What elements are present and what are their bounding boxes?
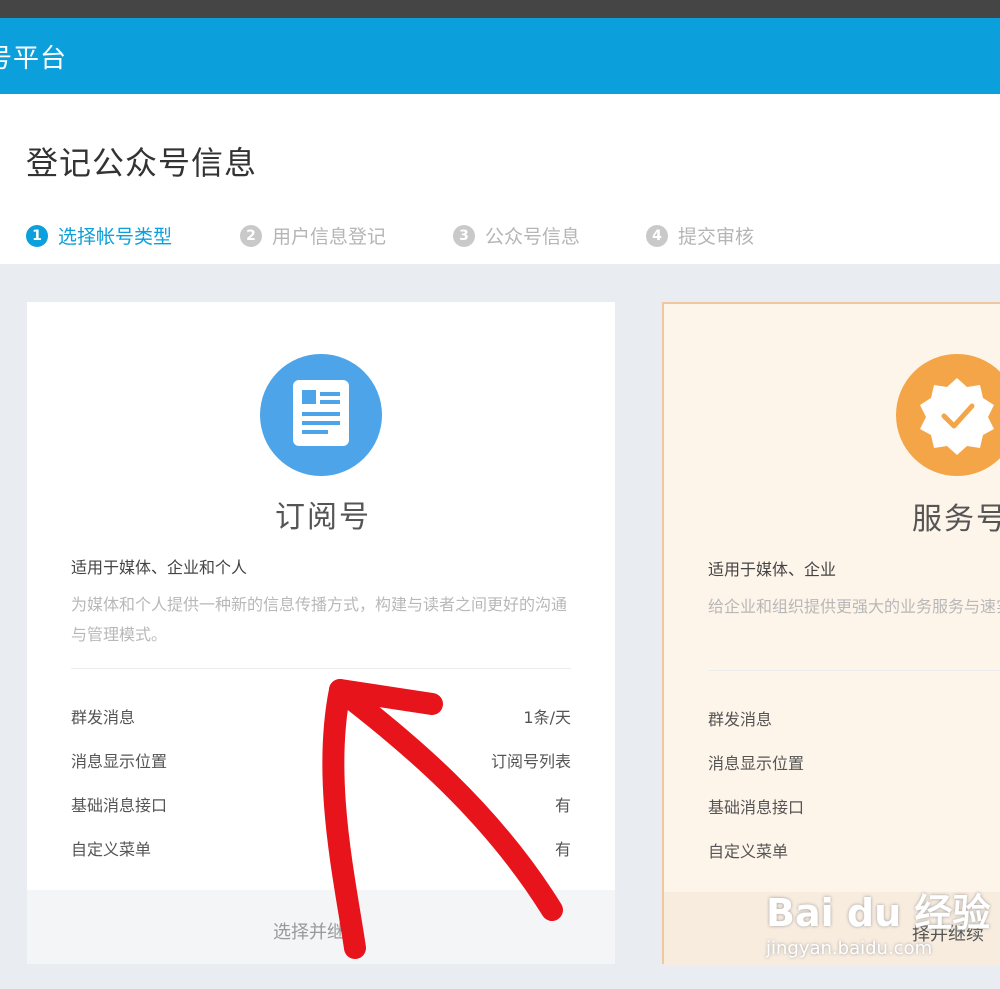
card-audience: 适用于媒体、企业和个人 [71, 558, 248, 577]
step-number-icon: 1 [26, 224, 48, 247]
divider [708, 670, 1000, 671]
document-icon [260, 354, 382, 476]
step-submit-review: 4 提交审核 [646, 222, 754, 249]
feature-row: 消息显示位置 订阅号列表 [71, 748, 571, 772]
step-label: 公众号信息 [485, 226, 581, 248]
feature-label: 群发消息 [71, 708, 136, 727]
platform-title: 号平台 [0, 44, 68, 74]
feature-row: 消息显示位置 [708, 750, 1000, 774]
step-number-icon: 3 [453, 224, 475, 247]
service-account-card[interactable]: 服务号 适用于媒体、企业 给企业和组织提供更强大的业务服务与速实现全新的公众号服… [662, 302, 1000, 966]
card-title: 服务号 [912, 502, 1000, 537]
card-audience: 适用于媒体、企业 [708, 560, 837, 579]
feature-value: 订阅号列表 [490, 752, 571, 771]
feature-label: 消息显示位置 [708, 754, 805, 773]
subscription-account-card[interactable]: 订阅号 适用于媒体、企业和个人 为媒体和个人提供一种新的信息传播方式，构建与读者… [27, 302, 615, 964]
feature-value: 有 [554, 840, 571, 859]
step-account-info: 3 公众号信息 [453, 222, 580, 249]
verified-badge-icon [896, 354, 1000, 476]
feature-label: 自定义菜单 [708, 842, 789, 861]
step-user-info: 2 用户信息登记 [240, 222, 386, 249]
window-top-bar [0, 0, 1000, 18]
feature-row: 基础消息接口 [708, 794, 1000, 818]
feature-value: 有 [554, 796, 571, 815]
feature-label: 自定义菜单 [71, 840, 152, 859]
progress-steps: 1 选择帐号类型 2 用户信息登记 3 公众号信息 4 提交审核 [26, 222, 1000, 250]
card-description: 给企业和组织提供更强大的业务服务与速实现全新的公众号服务平台。 [708, 597, 1000, 616]
app-header: 号平台 [0, 18, 1000, 94]
feature-row: 自定义菜单 [708, 838, 1000, 862]
watermark-url: jingyan.baidu.com [766, 938, 933, 959]
step-label: 选择帐号类型 [58, 226, 173, 248]
card-description: 为媒体和个人提供一种新的信息传播方式，构建与读者之间更好的沟通与管理模式。 [71, 595, 568, 644]
feature-value: 1条/天 [523, 708, 571, 727]
card-footer[interactable]: 选择并继续 [27, 890, 615, 964]
feature-label: 基础消息接口 [71, 796, 168, 815]
step-label: 提交审核 [678, 226, 755, 248]
registration-panel: 登记公众号信息 1 选择帐号类型 2 用户信息登记 3 公众号信息 4 提交审核 [0, 94, 1000, 264]
step-number-icon: 2 [240, 224, 262, 247]
feature-row: 自定义菜单 有 [71, 836, 571, 860]
feature-label: 基础消息接口 [708, 798, 805, 817]
divider [71, 668, 571, 669]
card-title: 订阅号 [275, 500, 371, 535]
feature-label: 群发消息 [708, 710, 773, 729]
feature-row: 群发消息 1条/天 [71, 704, 571, 728]
step-label: 用户信息登记 [272, 226, 387, 248]
feature-row: 群发消息 [708, 706, 1000, 730]
step-select-account-type: 1 选择帐号类型 [26, 222, 172, 249]
step-number-icon: 4 [646, 224, 668, 247]
feature-label: 消息显示位置 [71, 752, 168, 771]
select-continue-button[interactable]: 选择并继续 [273, 918, 363, 944]
feature-row: 基础消息接口 有 [71, 792, 571, 816]
baidu-watermark: Bai du 经验 jingyan.baidu.com [766, 882, 1000, 962]
page-title: 登记公众号信息 [26, 144, 258, 182]
watermark-logo: Bai du 经验 [766, 891, 991, 935]
